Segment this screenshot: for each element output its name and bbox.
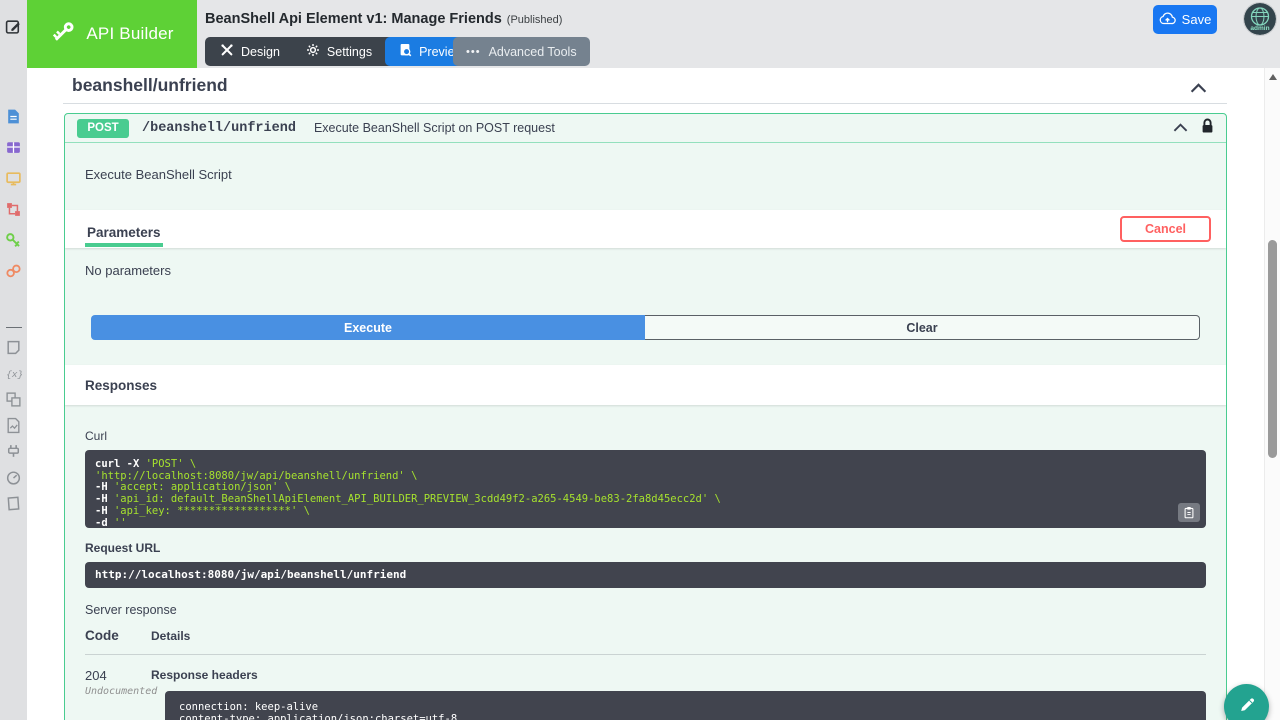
svg-text:{x}: {x} bbox=[6, 369, 22, 380]
response-table-header: Code Details bbox=[85, 628, 1206, 655]
method-badge: POST bbox=[77, 119, 129, 138]
report-icon[interactable] bbox=[5, 417, 22, 434]
endpoint-path: /beanshell/unfriend bbox=[142, 121, 296, 136]
scrollbar bbox=[1264, 68, 1280, 720]
endpoint-description: Execute BeanShell Script bbox=[65, 143, 1226, 210]
execute-row: Execute Clear bbox=[91, 315, 1200, 340]
pencil-icon bbox=[1237, 695, 1257, 718]
tab-design[interactable]: Design bbox=[207, 37, 293, 66]
svg-text:admin: admin bbox=[1250, 25, 1269, 32]
scrollbar-up-arrow[interactable] bbox=[1269, 74, 1277, 80]
collapse-chevron-icon[interactable] bbox=[1173, 119, 1188, 137]
process-builder-icon[interactable] bbox=[5, 201, 22, 218]
opblock-summary[interactable]: POST /beanshell/unfriend Execute BeanShe… bbox=[65, 114, 1226, 143]
response-headers-label: Response headers bbox=[151, 668, 1206, 682]
responses-label: Responses bbox=[85, 378, 157, 393]
builder-tab-group: Design Settings Preview bbox=[205, 37, 479, 66]
request-url-value: http://localhost:8080/jw/api/beanshell/u… bbox=[85, 562, 1206, 588]
scrollbar-thumb[interactable] bbox=[1268, 240, 1277, 458]
status-note: Undocumented bbox=[85, 686, 151, 697]
datalist-builder-icon[interactable] bbox=[5, 139, 22, 156]
advanced-tools-button[interactable]: ••• Advanced Tools bbox=[453, 37, 590, 66]
page-title: BeanShell Api Element v1: Manage Friends… bbox=[205, 11, 562, 27]
avatar[interactable]: admin bbox=[1244, 3, 1276, 35]
ellipsis-icon: ••• bbox=[466, 46, 481, 58]
status-code: 204 bbox=[85, 668, 151, 683]
preview-icon bbox=[398, 43, 412, 61]
parameters-header: Parameters Cancel bbox=[65, 210, 1226, 248]
expression-icon[interactable]: {x} bbox=[5, 365, 22, 382]
divider bbox=[63, 103, 1227, 104]
no-parameters-text: No parameters bbox=[65, 248, 1226, 278]
sandbox-icon[interactable] bbox=[5, 495, 22, 512]
endpoint-summary: Execute BeanShell Script on POST request bbox=[314, 121, 555, 135]
form-builder-icon[interactable] bbox=[5, 108, 22, 125]
plugin-icon[interactable] bbox=[5, 443, 22, 460]
builder-sidebar: {x} bbox=[0, 0, 27, 720]
curl-label: Curl bbox=[85, 429, 1206, 443]
response-headers-value: connection: keep-alivecontent-type: appl… bbox=[165, 691, 1206, 720]
api-builder-icon[interactable] bbox=[5, 232, 22, 249]
cloud-upload-icon bbox=[1159, 11, 1176, 28]
clear-button[interactable]: Clear bbox=[645, 315, 1200, 340]
server-response-label: Server response bbox=[85, 603, 1206, 617]
published-badge: (Published) bbox=[507, 14, 563, 26]
endpoint-heading: beanshell/unfriend bbox=[72, 75, 228, 96]
integration-icon[interactable] bbox=[5, 263, 22, 280]
curl-command: curl -X 'POST' \ 'http://localhost:8080/… bbox=[85, 450, 1206, 528]
lock-icon[interactable] bbox=[1201, 118, 1214, 139]
request-url-label: Request URL bbox=[85, 541, 1206, 555]
chevron-up-icon[interactable] bbox=[1190, 80, 1207, 98]
userview-builder-icon[interactable] bbox=[5, 170, 22, 187]
localization-icon[interactable] bbox=[5, 391, 22, 408]
performance-icon[interactable] bbox=[5, 469, 22, 486]
response-row: 204 Undocumented Response headers connec… bbox=[85, 668, 1206, 720]
logo-label: API Builder bbox=[86, 24, 173, 44]
api-builder-logo[interactable]: API Builder bbox=[27, 0, 197, 68]
responses-header: Responses bbox=[65, 365, 1226, 405]
design-icon bbox=[220, 43, 234, 60]
post-opblock: POST /beanshell/unfriend Execute BeanShe… bbox=[64, 113, 1227, 720]
tab-parameters[interactable]: Parameters bbox=[85, 216, 163, 247]
tab-settings[interactable]: Settings bbox=[293, 37, 385, 66]
execute-button[interactable]: Execute bbox=[91, 315, 645, 340]
details-column-header: Details bbox=[151, 629, 190, 643]
code-column-header: Code bbox=[85, 628, 151, 643]
responses-body: Curl curl -X 'POST' \ 'http://localhost:… bbox=[65, 405, 1226, 720]
edit-icon[interactable] bbox=[5, 18, 22, 35]
notes-icon[interactable] bbox=[5, 339, 22, 356]
preview-panel: beanshell/unfriend POST /beanshell/unfri… bbox=[27, 68, 1264, 720]
key-icon bbox=[50, 18, 77, 50]
cancel-button[interactable]: Cancel bbox=[1120, 216, 1211, 242]
sidebar-divider bbox=[6, 327, 22, 328]
app-header: API Builder BeanShell Api Element v1: Ma… bbox=[27, 0, 1280, 68]
copy-to-clipboard-button[interactable] bbox=[1178, 503, 1200, 522]
save-button[interactable]: Save bbox=[1153, 5, 1217, 34]
gear-icon bbox=[306, 43, 320, 60]
